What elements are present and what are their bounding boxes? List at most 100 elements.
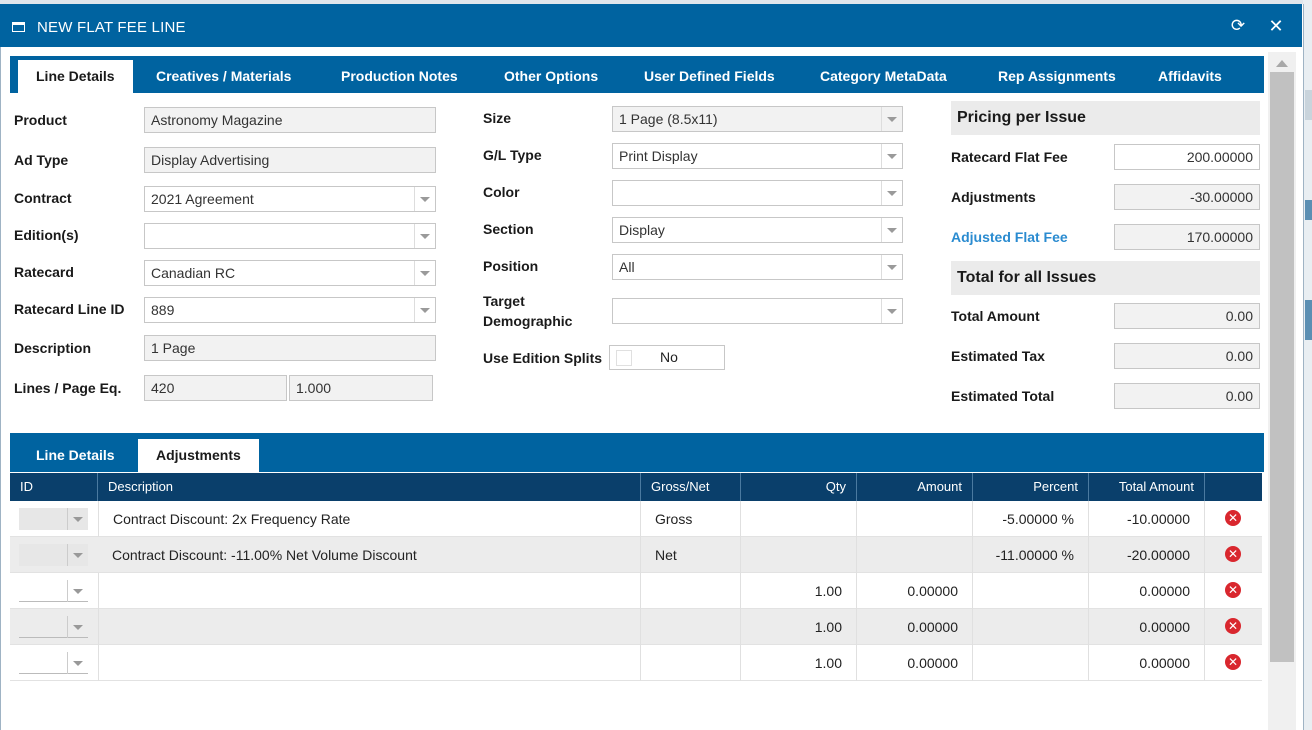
cell-amount[interactable]: 0.00000 [857,609,973,645]
chevron-down-icon[interactable] [881,255,902,279]
description-field[interactable]: 1 Page [144,335,436,361]
cell-amount[interactable] [857,537,973,573]
cell-total-amount[interactable]: 0.00000 [1089,609,1205,645]
gl-type-select[interactable]: Print Display [612,143,903,169]
cell-qty[interactable]: 1.00 [741,645,857,681]
col-id[interactable]: ID [10,473,98,501]
contract-select[interactable]: 2021 Agreement [144,186,436,212]
col-total-amount[interactable]: Total Amount [1089,473,1205,501]
cell-total-amount[interactable]: 0.00000 [1089,645,1205,681]
chevron-down-icon[interactable] [881,218,902,242]
col-qty[interactable]: Qty [741,473,857,501]
table-row[interactable]: 1.00 0.00000 0.00000 ✕ [10,645,1262,681]
tab-creatives-materials[interactable]: Creatives / Materials [156,56,291,93]
target-demographic-select[interactable] [612,298,903,324]
toggle-checkbox[interactable] [616,350,632,366]
table-row[interactable]: Contract Discount: 2x Frequency Rate Gro… [10,501,1262,537]
tab-line-details[interactable]: Line Details [18,60,133,93]
table-row[interactable]: Contract Discount: -11.00% Net Volume Di… [10,537,1262,573]
cell-percent[interactable] [973,573,1089,609]
chevron-down-icon[interactable] [881,107,902,131]
table-row[interactable]: 1.00 0.00000 0.00000 ✕ [10,573,1262,609]
ratecard-line-id-select[interactable]: 889 [144,297,436,323]
chevron-down-icon[interactable] [881,144,902,168]
chevron-down-icon[interactable] [67,616,88,638]
tab-rep-assignments[interactable]: Rep Assignments [998,56,1116,93]
tab-other-options[interactable]: Other Options [504,56,598,93]
cell-amount[interactable]: 0.00000 [857,573,973,609]
cell-gross-net[interactable]: Net [641,537,741,573]
delete-row-icon[interactable]: ✕ [1225,510,1241,526]
cell-percent[interactable]: -11.00000 % [973,537,1089,573]
cell-percent[interactable]: -5.00000 % [973,501,1089,537]
id-select[interactable] [19,544,88,566]
page-eq-field[interactable]: 1.000 [289,375,433,401]
chevron-down-icon[interactable] [67,508,88,530]
tab-production-notes[interactable]: Production Notes [341,56,458,93]
estimated-total-field[interactable]: 0.00 [1114,383,1260,409]
cell-description[interactable] [98,609,641,645]
ratecard-flat-fee-field[interactable]: 200.00000 [1114,144,1260,170]
id-select[interactable] [19,652,88,674]
cell-description[interactable]: Contract Discount: 2x Frequency Rate [98,501,641,537]
chevron-down-icon[interactable] [414,224,435,248]
id-select[interactable] [19,508,88,530]
scrollbar-thumb[interactable] [1270,72,1294,662]
chevron-down-icon[interactable] [414,261,435,285]
cell-qty[interactable] [741,501,857,537]
tab-user-defined-fields[interactable]: User Defined Fields [644,56,775,93]
tab-affidavits[interactable]: Affidavits [1158,56,1222,93]
chevron-down-icon[interactable] [67,544,88,566]
table-row[interactable]: 1.00 0.00000 0.00000 ✕ [10,609,1262,645]
adjustments-field[interactable]: -30.00000 [1114,184,1260,210]
cell-total-amount[interactable]: 0.00000 [1089,573,1205,609]
cell-qty[interactable]: 1.00 [741,609,857,645]
cell-amount[interactable]: 0.00000 [857,645,973,681]
subtab-line-details[interactable]: Line Details [36,433,115,472]
close-icon[interactable]: ✕ [1266,16,1286,36]
scroll-up-icon[interactable] [1276,60,1288,67]
cell-amount[interactable] [857,501,973,537]
product-field[interactable]: Astronomy Magazine [144,107,436,133]
chevron-down-icon[interactable] [881,181,902,205]
subtab-adjustments[interactable]: Adjustments [138,439,259,472]
cell-description[interactable] [98,645,641,681]
cell-total-amount[interactable]: -10.00000 [1089,501,1205,537]
vertical-scrollbar[interactable] [1268,52,1296,730]
cell-percent[interactable] [973,645,1089,681]
size-select[interactable]: 1 Page (8.5x11) [612,106,903,132]
cell-description[interactable]: Contract Discount: -11.00% Net Volume Di… [98,537,641,573]
chevron-down-icon[interactable] [67,652,88,674]
total-amount-field[interactable]: 0.00 [1114,303,1260,329]
delete-row-icon[interactable]: ✕ [1225,618,1241,634]
col-percent[interactable]: Percent [973,473,1089,501]
id-select[interactable] [19,580,88,602]
chevron-down-icon[interactable] [414,187,435,211]
cell-gross-net[interactable]: Gross [641,501,741,537]
chevron-down-icon[interactable] [67,580,88,602]
ratecard-select[interactable]: Canadian RC [144,260,436,286]
editions-select[interactable] [144,223,436,249]
cell-total-amount[interactable]: -20.00000 [1089,537,1205,573]
delete-row-icon[interactable]: ✕ [1225,546,1241,562]
ad-type-field[interactable]: Display Advertising [144,147,436,173]
delete-row-icon[interactable]: ✕ [1225,654,1241,670]
cell-qty[interactable] [741,537,857,573]
delete-row-icon[interactable]: ✕ [1225,582,1241,598]
col-amount[interactable]: Amount [857,473,973,501]
col-gross-net[interactable]: Gross/Net [641,473,741,501]
cell-description[interactable] [98,573,641,609]
tab-category-metadata[interactable]: Category MetaData [820,56,947,93]
id-select[interactable] [19,616,88,638]
chevron-down-icon[interactable] [881,299,902,323]
chevron-down-icon[interactable] [414,298,435,322]
col-description[interactable]: Description [98,473,641,501]
cell-qty[interactable]: 1.00 [741,573,857,609]
position-select[interactable]: All [612,254,903,280]
use-edition-splits-toggle[interactable]: No [609,345,725,370]
adjusted-flat-fee-field[interactable]: 170.00000 [1114,224,1260,250]
lines-field[interactable]: 420 [144,375,287,401]
section-select[interactable]: Display [612,217,903,243]
cell-gross-net[interactable] [641,645,741,681]
color-select[interactable] [612,180,903,206]
